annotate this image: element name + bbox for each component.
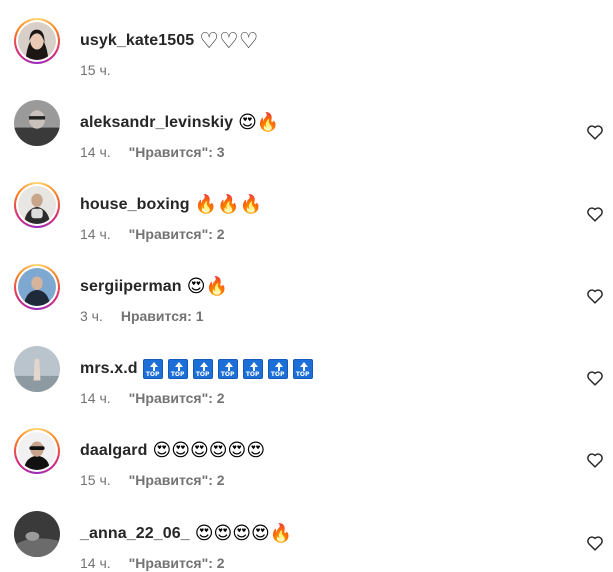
comment-item: mrs.x.d TOP TOP TOP TOP TOP TOP TOP 14 ч. "Нра… [0,346,613,426]
avatar[interactable] [14,18,60,64]
comment-item: aleksandr_levinskiy 😍🔥 14 ч. "Нравится":… [0,100,613,180]
comment-text: 🔥🔥🔥 [194,194,262,215]
comment-item: daalgard 😍😍😍😍😍😍 15 ч. "Нравится": 2 [0,428,613,508]
likes-count[interactable]: Нравится: 1 [121,308,204,324]
comment-time[interactable]: 15 ч. [80,62,111,78]
heart-outline-icon[interactable] [586,124,604,140]
heart-outline-icon[interactable] [586,452,604,468]
likes-count[interactable]: "Нравится": 2 [129,555,225,571]
likes-count[interactable]: "Нравится": 2 [129,226,225,242]
comment-text: ♡♡♡ [199,30,259,52]
top-emoji: TOP [292,359,313,379]
outline-heart-emoji: ♡♡♡ [199,28,259,53]
top-emoji: TOP [217,359,238,379]
top-emoji: TOP [192,359,213,379]
heart-outline-icon[interactable] [586,535,604,551]
avatar[interactable] [14,182,60,228]
comment-text: TOP TOP TOP TOP TOP TOP TOP [142,359,316,379]
avatar[interactable] [14,428,60,474]
comment-time[interactable]: 14 ч. [80,144,111,160]
top-emoji: TOP [167,359,188,379]
comment-time[interactable]: 14 ч. [80,226,111,242]
comment-username[interactable]: _anna_22_06_ [80,525,190,543]
likes-count[interactable]: "Нравится": 2 [129,472,225,488]
top-emoji: TOP [267,359,288,379]
comment-username[interactable]: house_boxing [80,196,190,214]
top-emoji: TOP [142,359,163,379]
comment-time[interactable]: 15 ч. [80,472,111,488]
comment-text: 😍🔥 [186,276,228,297]
comment-text: 😍😍😍😍😍😍 [152,440,266,461]
comment-username[interactable]: daalgard [80,442,148,460]
avatar[interactable] [14,511,60,557]
avatar[interactable] [14,100,60,146]
heart-outline-icon[interactable] [586,370,604,386]
avatar[interactable] [14,264,60,310]
comment-username[interactable]: mrs.x.d [80,360,138,378]
heart-outline-icon[interactable] [586,206,604,222]
comment-time[interactable]: 14 ч. [80,555,111,571]
comment-text: 😍😍😍😍🔥 [194,523,293,544]
top-emoji: TOP [242,359,263,379]
comment-username[interactable]: sergiiperman [80,278,182,296]
heart-outline-icon[interactable] [586,288,604,304]
likes-count[interactable]: "Нравится": 3 [129,144,225,160]
comment-item: house_boxing 🔥🔥🔥 14 ч. "Нравится": 2 [0,182,613,262]
likes-count[interactable]: "Нравится": 2 [129,390,225,406]
avatar[interactable] [14,346,60,392]
comment-time[interactable]: 14 ч. [80,390,111,406]
comment-username[interactable]: usyk_kate1505 [80,32,194,50]
comments-list: usyk_kate1505 ♡♡♡ 15 ч. aleksandr_levins… [0,0,613,572]
comment-item: usyk_kate1505 ♡♡♡ 15 ч. [0,18,613,98]
comment-item: sergiiperman 😍🔥 3 ч. Нравится: 1 [0,264,613,344]
comment-time[interactable]: 3 ч. [80,308,103,324]
comment-text: 😍🔥 [238,112,280,133]
comment-item: _anna_22_06_ 😍😍😍😍🔥 14 ч. "Нравится": 2 [0,511,613,572]
comment-username[interactable]: aleksandr_levinskiy [80,114,233,132]
